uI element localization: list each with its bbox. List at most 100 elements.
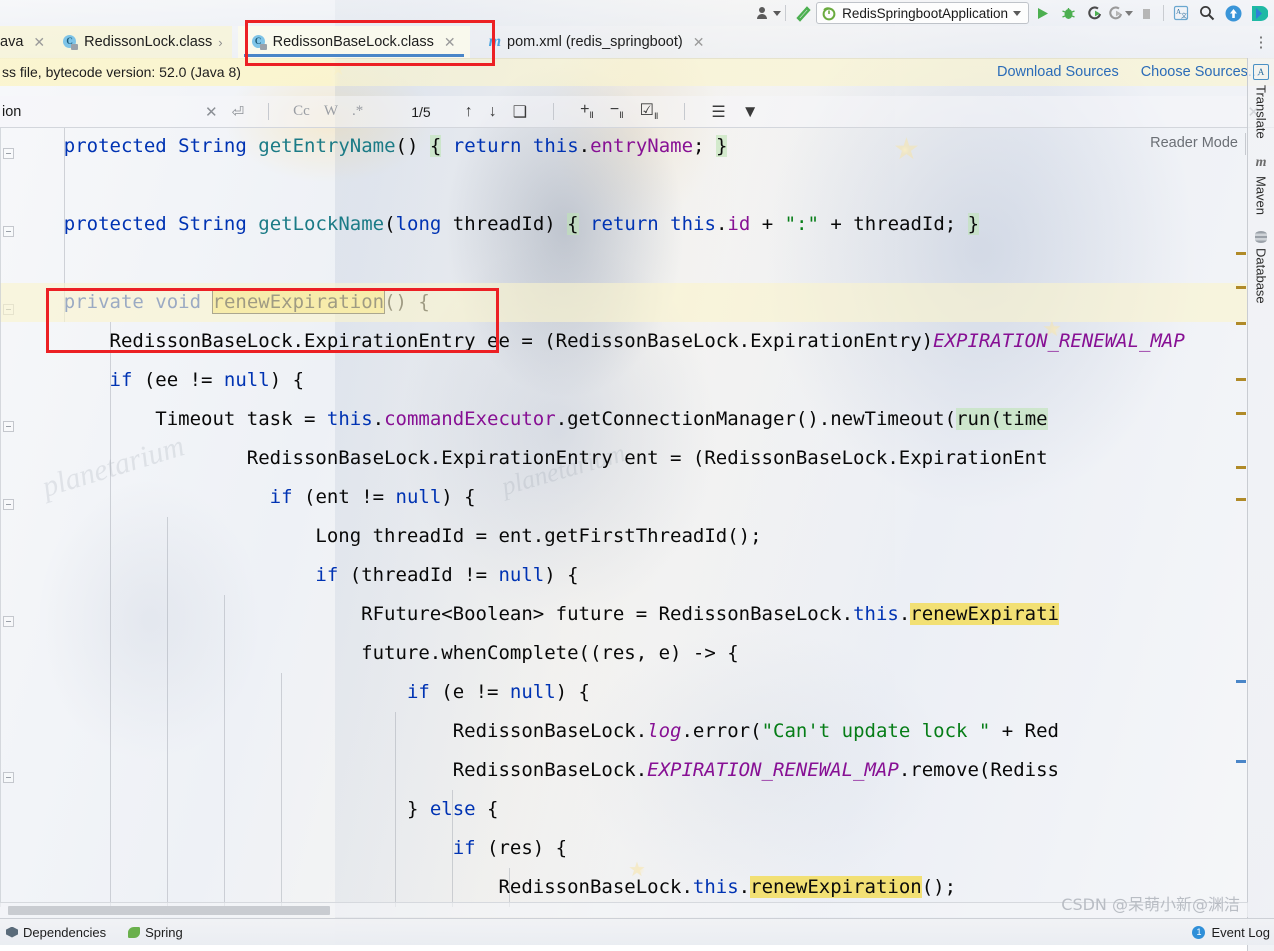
find-toolbar: ion ✕ ⏎ Cc W .* 1/5 ↑ ↓ ❑ +Ⅱ −Ⅱ ☑Ⅱ ☰ ▼ ✕	[0, 96, 1274, 128]
error-stripe-mark[interactable]	[1236, 412, 1246, 415]
maven-file-icon: m	[488, 33, 502, 50]
tab-redissonlock-class[interactable]: C RedissonLock.class ›	[54, 26, 232, 58]
scrollbar-thumb[interactable]	[8, 906, 330, 915]
debug-icon[interactable]	[1055, 2, 1081, 24]
code-token: ) {	[555, 681, 590, 703]
whole-words-toggle[interactable]: W	[324, 103, 338, 120]
right-tool-sidebar: A Translate m Maven Database	[1247, 58, 1274, 951]
update-project-icon[interactable]	[1220, 2, 1246, 24]
search-input[interactable]: ion	[0, 100, 177, 123]
bottom-item-spring[interactable]: Spring	[128, 925, 183, 940]
run-with-coverage-icon[interactable]	[1081, 2, 1107, 24]
ide-features-icon[interactable]	[1246, 2, 1272, 24]
build-hammer-icon[interactable]	[790, 2, 816, 24]
code-line[interactable]: Long threadId = ent.getFirstThreadId();	[18, 517, 1185, 556]
springboot-icon	[822, 6, 836, 20]
code-token: long	[395, 213, 442, 235]
run-icon[interactable]	[1029, 2, 1055, 24]
error-stripe-mark[interactable]	[1236, 680, 1246, 683]
code-token: entryName	[590, 135, 694, 157]
add-line-icon[interactable]: +Ⅱ	[580, 101, 594, 121]
sidebar-item-database[interactable]: Database	[1254, 230, 1269, 303]
filter-results-icon[interactable]: ☰	[711, 102, 725, 122]
sidebar-item-maven[interactable]: m Maven	[1254, 155, 1269, 215]
spring-icon	[128, 926, 141, 938]
code-token: RedissonBaseLock.	[498, 876, 693, 898]
toggle-lines-icon[interactable]: ☑Ⅱ	[640, 100, 659, 122]
code-line[interactable]: RedissonBaseLock.ExpirationEntry ee = (R…	[18, 322, 1185, 361]
code-line[interactable]: Timeout task = this.commandExecutor.getC…	[18, 400, 1185, 439]
code-token: .error(	[681, 720, 762, 742]
error-stripe-mark[interactable]	[1236, 498, 1246, 501]
remove-line-icon[interactable]: −Ⅱ	[610, 101, 624, 121]
choose-sources-link[interactable]: Choose Sources...	[1141, 64, 1260, 80]
prev-match-icon[interactable]: ↑	[465, 103, 473, 121]
tab-pom-xml[interactable]: m pom.xml (redis_springboot) ✕	[480, 26, 714, 58]
code-line[interactable]	[18, 166, 1185, 205]
code-line[interactable]: RFuture<Boolean> future = RedissonBaseLo…	[18, 595, 1185, 634]
code-line[interactable]: if (threadId != null) {	[18, 556, 1185, 595]
code-line[interactable]: RedissonBaseLock.EXPIRATION_RENEWAL_MAP.…	[18, 751, 1185, 790]
clear-search-icon[interactable]: ✕	[205, 103, 218, 121]
close-icon[interactable]: ✕	[33, 34, 45, 51]
code-editor[interactable]: protected String getEntryName() { return…	[0, 127, 1248, 907]
code-token: ) {	[269, 369, 305, 391]
error-stripe-mark[interactable]	[1236, 252, 1246, 255]
match-case-toggle[interactable]: Cc	[293, 103, 310, 120]
close-icon[interactable]: ✕	[693, 34, 705, 51]
code-token: +	[750, 213, 785, 235]
code-line[interactable]: if (ee != null) {	[18, 361, 1185, 400]
run-configuration-selector[interactable]: RedisSpringbootApplication	[816, 2, 1029, 24]
code-line[interactable]: RedissonBaseLock.log.error("Can't update…	[18, 712, 1185, 751]
code-line[interactable]: protected String getLockName(long thread…	[18, 205, 1185, 244]
toolbar-divider	[785, 5, 787, 21]
code-token: (threadId !=	[338, 564, 499, 586]
code-line[interactable]: } else {	[18, 790, 1185, 829]
tab-redissonbaselock-class[interactable]: C RedissonBaseLock.class ✕	[237, 26, 470, 58]
code-line[interactable]: future.whenComplete((res, e) -> {	[18, 634, 1185, 673]
code-token: }	[967, 213, 980, 235]
code-line[interactable]: if (ent != null) {	[18, 478, 1185, 517]
code-token: .	[715, 213, 728, 235]
search-history-icon[interactable]: ⏎	[232, 103, 245, 121]
regex-toggle[interactable]: .*	[352, 103, 363, 120]
reader-mode-label[interactable]: Reader Mode	[1150, 135, 1238, 151]
error-stripe-mark[interactable]	[1236, 286, 1246, 289]
chevron-right-icon: ›	[218, 34, 223, 50]
bottom-item-dependencies[interactable]: Dependencies	[6, 925, 106, 940]
filter-icon[interactable]: ▼	[742, 102, 759, 122]
profile-icon[interactable]	[755, 2, 781, 24]
code-token: RedissonBaseLock.ExpirationEntry ee = (R…	[109, 330, 934, 352]
code-line[interactable]: protected String getEntryName() { return…	[18, 127, 1185, 166]
code-token: String	[178, 213, 247, 235]
error-stripe-mark[interactable]	[1236, 466, 1246, 469]
translate-icon[interactable]: A文	[1168, 2, 1194, 24]
tab-java-file[interactable]: ava ✕	[0, 26, 55, 58]
sidebar-item-translate[interactable]: A Translate	[1253, 64, 1269, 139]
source-code[interactable]: protected String getEntryName() { return…	[18, 127, 1185, 907]
code-line[interactable]: if (e != null) {	[18, 673, 1185, 712]
code-token: Long threadId = ent.getFirstThreadId();	[315, 525, 762, 547]
event-log-label[interactable]: Event Log	[1211, 925, 1270, 940]
profiler-icon[interactable]	[1107, 2, 1133, 24]
code-token: EXPIRATION_RENEWAL_MAP	[647, 759, 899, 781]
code-line[interactable]	[18, 244, 1185, 283]
tab-list-overflow-button[interactable]: ⋮	[1248, 26, 1274, 58]
code-line[interactable]: if (res) {	[18, 829, 1185, 868]
code-line[interactable]: RedissonBaseLock.ExpirationEntry ent = (…	[18, 439, 1185, 478]
next-match-icon[interactable]: ↓	[489, 103, 497, 121]
select-all-occurrences-icon[interactable]: ❑	[513, 102, 527, 122]
error-stripe-mark[interactable]	[1236, 322, 1246, 325]
error-stripe-mark[interactable]	[1236, 760, 1246, 763]
error-stripe-mark[interactable]	[1236, 378, 1246, 381]
close-icon[interactable]: ✕	[444, 34, 456, 51]
code-token: .remove(Rediss	[898, 759, 1059, 781]
search-everywhere-icon[interactable]	[1194, 2, 1220, 24]
divider	[268, 103, 270, 120]
code-token: ()	[395, 135, 430, 157]
code-token: getLockName	[258, 213, 385, 235]
download-sources-link[interactable]: Download Sources	[997, 64, 1119, 80]
translate-icon: A	[1253, 64, 1269, 80]
